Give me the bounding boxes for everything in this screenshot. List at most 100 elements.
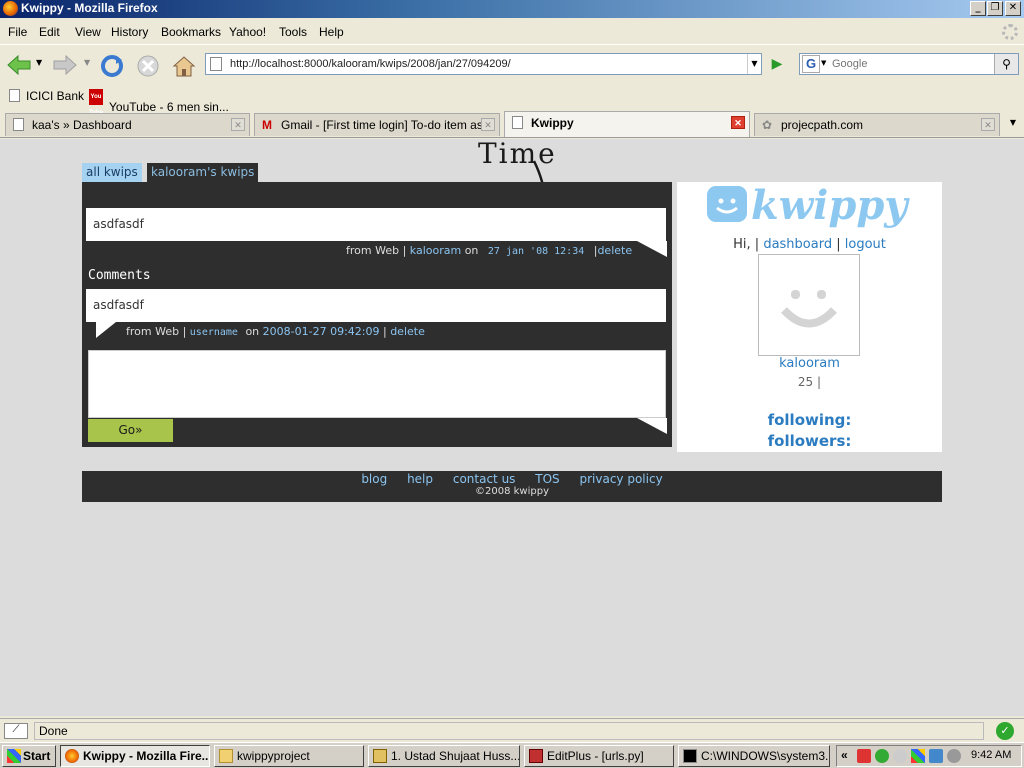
engine-dropdown-icon[interactable]: ▼: [821, 59, 826, 67]
comment-meta: from Web | username on 2008-01-27 09:42:…: [126, 325, 425, 338]
kwip-timestamp[interactable]: 27 jan '08 12:34: [488, 246, 584, 257]
comment-delete-link[interactable]: delete: [390, 325, 425, 338]
taskbar-folder[interactable]: kwippyproject: [214, 745, 364, 767]
loading-icon: ✿: [762, 118, 773, 132]
kwippy-logo-icon: [707, 186, 747, 222]
go-button[interactable]: Go»: [88, 419, 173, 442]
footer-link-blog[interactable]: blog: [361, 472, 387, 486]
close-tab-icon[interactable]: ✕: [981, 118, 995, 131]
menu-view[interactable]: View: [75, 25, 101, 39]
menu-tools[interactable]: Tools: [279, 25, 307, 39]
kwip-count: 25 |: [797, 375, 822, 389]
page-icon: [512, 116, 523, 129]
start-button[interactable]: Start: [2, 745, 56, 767]
utorrent-icon[interactable]: [875, 749, 889, 763]
forward-dropdown-icon[interactable]: ▼: [84, 58, 90, 67]
system-tray: « 9:42 AM: [836, 745, 1022, 767]
search-bar[interactable]: G ▼ ⚲: [799, 53, 1019, 75]
firefox-icon: [3, 1, 18, 16]
tab-all-kwips[interactable]: all kwips: [82, 163, 142, 183]
throbber-icon: [1002, 24, 1018, 40]
firefox-icon: [65, 749, 79, 763]
tray-expand-icon[interactable]: «: [841, 748, 848, 762]
window-title-bar: Kwippy - Mozilla Firefox _ ❐ ✕: [0, 0, 1024, 18]
url-dropdown-icon[interactable]: ▼: [747, 54, 761, 74]
comment-input[interactable]: [88, 350, 666, 418]
menu-help[interactable]: Help: [319, 25, 344, 39]
minimize-button[interactable]: _: [970, 1, 986, 16]
page-icon: [210, 57, 222, 71]
user-nav: Hi, | dashboard | logout: [677, 237, 942, 252]
sidebar-toggle-icon[interactable]: ⟋: [4, 723, 28, 739]
close-tab-icon[interactable]: ✕: [481, 118, 495, 131]
tab-label: projecpath.com: [781, 118, 864, 132]
comment-timestamp[interactable]: 2008-01-27 09:42:09: [263, 325, 380, 338]
close-button[interactable]: ✕: [1005, 1, 1021, 16]
tab-dashboard[interactable]: kaa's » Dashboard ✕: [5, 113, 250, 136]
footer-links: blog help contact us TOS privacy policy: [82, 471, 942, 486]
address-bar[interactable]: ▼: [205, 53, 762, 75]
taskbar-cmd[interactable]: C:\WINDOWS\system3...: [678, 745, 830, 767]
page-footer: blog help contact us TOS privacy policy …: [82, 471, 942, 502]
tab-projecpath[interactable]: ✿ projecpath.com ✕: [754, 113, 1000, 136]
logout-link[interactable]: logout: [845, 237, 886, 252]
kwip-delete-link[interactable]: delete: [597, 244, 632, 257]
restore-button[interactable]: ❐: [987, 1, 1003, 16]
footer-link-contact[interactable]: contact us: [453, 472, 516, 486]
google-engine-icon[interactable]: G: [802, 55, 820, 73]
reload-icon[interactable]: [100, 54, 124, 78]
tab-user-kwips[interactable]: kalooram's kwips: [147, 163, 259, 183]
smiley-avatar-icon: [781, 290, 837, 328]
kwip-panel: asdfasdf from Web | kalooram on 27 jan '…: [82, 182, 672, 447]
taskbar-label: Kwippy - Mozilla Fire...: [83, 749, 210, 763]
footer-link-help[interactable]: help: [407, 472, 433, 486]
kwip-on: on: [464, 244, 479, 257]
forward-arrow-icon[interactable]: [52, 54, 78, 76]
taskbar-firefox[interactable]: Kwippy - Mozilla Fire...: [60, 745, 210, 767]
search-input[interactable]: [832, 56, 990, 72]
avatar[interactable]: [758, 254, 860, 356]
back-dropdown-icon[interactable]: ▼: [36, 58, 42, 67]
bookmark-label: ICICI Bank: [26, 89, 85, 103]
close-tab-icon[interactable]: ✕: [731, 116, 745, 129]
security-check-icon[interactable]: ✓: [996, 722, 1014, 740]
bookmark-icici[interactable]: ICICI Bank: [9, 89, 84, 103]
close-tab-icon[interactable]: ✕: [231, 118, 245, 131]
comment-user-link[interactable]: username: [190, 327, 238, 338]
taskbar-media[interactable]: 1. Ustad Shujaat Huss...: [368, 745, 520, 767]
stop-icon[interactable]: [136, 54, 160, 78]
youtube-icon: You Tube: [89, 89, 103, 116]
tab-label: Kwippy: [531, 116, 574, 130]
menu-file[interactable]: File: [8, 25, 27, 39]
comments-heading: Comments: [88, 268, 151, 283]
search-icon[interactable]: ⚲: [994, 54, 1018, 74]
dashboard-link[interactable]: dashboard: [763, 237, 832, 252]
home-icon[interactable]: [172, 54, 196, 78]
footer-link-privacy[interactable]: privacy policy: [579, 472, 662, 486]
comment-on: on: [245, 325, 260, 338]
menu-bookmarks[interactable]: Bookmarks: [161, 25, 221, 39]
kwip-meta: from Web | kalooram on 27 jan '08 12:34 …: [346, 244, 632, 257]
menu-yahoo[interactable]: Yahoo!: [229, 25, 266, 39]
kwip-text: asdfasdf: [86, 208, 666, 241]
taskbar-editplus[interactable]: EditPlus - [urls.py]: [524, 745, 674, 767]
kwip-user-link[interactable]: kalooram: [410, 244, 461, 257]
menu-edit[interactable]: Edit: [39, 25, 60, 39]
go-arrow-icon[interactable]: ▶: [766, 54, 788, 74]
network-icon[interactable]: [929, 749, 943, 763]
url-input[interactable]: [230, 56, 750, 72]
tab-kwippy[interactable]: Kwippy ✕: [504, 111, 750, 137]
kwippy-logo: kwippy: [751, 182, 908, 229]
messenger-icon[interactable]: [893, 749, 907, 763]
gmail-notifier-icon[interactable]: [857, 749, 871, 763]
windows-flag-icon[interactable]: [911, 749, 925, 763]
menu-history[interactable]: History: [111, 25, 148, 39]
volume-icon[interactable]: [947, 749, 961, 763]
tab-gmail[interactable]: M Gmail - [First time login] To-do item …: [254, 113, 500, 136]
menu-bar: File Edit View History Bookmarks Yahoo! …: [0, 22, 1024, 42]
following-label: following:: [767, 411, 852, 429]
all-tabs-dropdown-icon[interactable]: ▼: [1004, 113, 1022, 133]
footer-link-tos[interactable]: TOS: [535, 472, 559, 486]
username-link[interactable]: kalooram: [677, 356, 942, 371]
back-arrow-icon[interactable]: [6, 54, 32, 76]
